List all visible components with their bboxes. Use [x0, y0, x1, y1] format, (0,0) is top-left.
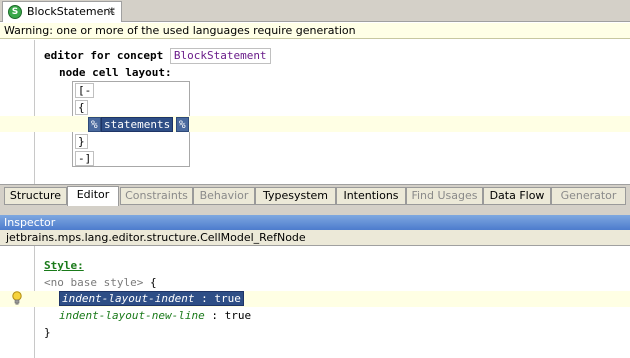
file-tab-blockstatement[interactable]: S BlockStatement ×	[2, 1, 122, 22]
aspect-tab-bar: Structure Editor Constraints Behavior Ty…	[0, 184, 630, 206]
panel-splitter[interactable]	[0, 206, 630, 215]
style-item-value[interactable]: true	[214, 292, 241, 305]
tab-data-flow[interactable]: Data Flow	[483, 187, 551, 205]
open-brace-cell[interactable]: {	[75, 100, 88, 115]
editor-area[interactable]: editor for concept BlockStatement node c…	[0, 40, 630, 184]
tab-structure[interactable]: Structure	[4, 187, 67, 205]
concept-icon: S	[8, 5, 22, 19]
style-item-indent-layout-indent[interactable]: indent-layout-indent : true	[59, 291, 244, 306]
ref-node-cell-statements[interactable]: statements	[101, 117, 174, 132]
style-item-name: indent-layout-new-line	[59, 309, 205, 322]
style-item-name: indent-layout-indent	[62, 292, 195, 305]
tab-typesystem[interactable]: Typesystem	[255, 187, 336, 205]
inspector-node-path: jetbrains.mps.lang.editor.structure.Cell…	[0, 230, 630, 246]
editor-for-concept-keyword: editor for concept	[44, 49, 164, 62]
style-item-value[interactable]: true	[225, 309, 252, 322]
tab-editor[interactable]: Editor	[67, 186, 119, 206]
style-label: Style:	[44, 259, 84, 272]
tab-generator[interactable]: Generator	[551, 187, 626, 205]
close-brace-cell[interactable]: }	[75, 134, 88, 149]
tab-intentions[interactable]: Intentions	[336, 187, 406, 205]
inspector-title: Inspector	[0, 215, 630, 230]
base-style-line: <no base style> {	[44, 276, 157, 289]
node-cell-layout-label: node cell layout:	[59, 66, 172, 79]
inspector-body[interactable]: Style: <no base style> { indent-layout-i…	[0, 246, 630, 358]
tab-constraints[interactable]: Constraints	[120, 187, 193, 205]
tab-behavior[interactable]: Behavior	[193, 187, 255, 205]
ref-prefix-cell[interactable]: %	[88, 117, 101, 132]
ref-suffix-cell[interactable]: %	[176, 117, 189, 132]
gutter-divider	[34, 40, 35, 184]
file-tab-title: BlockStatement	[27, 5, 115, 18]
editor-tab-strip: S BlockStatement ×	[0, 0, 630, 22]
tab-find-usages[interactable]: Find Usages	[406, 187, 483, 205]
editor-header-line: editor for concept BlockStatement	[44, 48, 271, 64]
close-icon[interactable]: ×	[107, 4, 116, 17]
base-style-placeholder[interactable]: <no base style>	[44, 276, 143, 289]
generation-warning: Warning: one or more of the used languag…	[0, 23, 630, 39]
collection-open-cell[interactable]: [-	[75, 83, 95, 98]
style-item-separator: :	[211, 309, 218, 322]
lightbulb-icon[interactable]	[11, 291, 23, 305]
concept-reference[interactable]: BlockStatement	[169, 48, 271, 64]
style-item-indent-layout-new-line[interactable]: indent-layout-new-line : true	[59, 309, 251, 322]
style-item-separator: :	[201, 292, 208, 305]
style-open-brace: {	[149, 276, 157, 289]
style-close-brace: }	[44, 326, 51, 339]
collection-close-cell[interactable]: -]	[75, 151, 95, 166]
